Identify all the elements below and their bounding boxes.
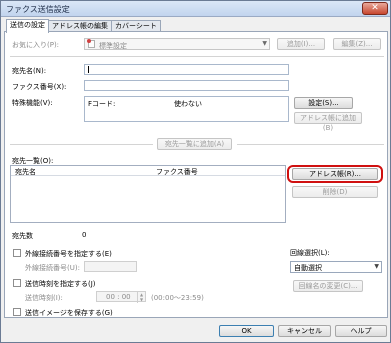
send-time-range-hint: (00:00〜23:59) xyxy=(151,294,204,302)
favorites-value: 標準設定 xyxy=(99,42,127,50)
recipient-count-value: 0 xyxy=(82,231,87,239)
recipient-name-label: 宛先名(N): xyxy=(12,67,47,75)
send-time-label: 送信時刻(I): xyxy=(25,294,63,302)
favorites-select[interactable]: 標準設定 ▼ xyxy=(84,38,270,50)
help-button[interactable]: ヘルプ xyxy=(335,325,387,337)
delete-button[interactable]: 削除(D) xyxy=(292,186,378,198)
save-image-checkbox-label: 送信イメージを保存する(G) xyxy=(25,309,113,317)
fax-number-label: ファクス番号(X): xyxy=(12,83,67,91)
title-bar: ファクス送信設定 ✕ xyxy=(1,1,390,17)
fax-settings-window: ファクス送信設定 ✕ 送信の設定 アドレス帳の編集 カバーシート お気に入り(P… xyxy=(0,0,391,343)
settings-button[interactable]: 設定(S)... xyxy=(294,97,353,109)
column-recipient-name[interactable]: 宛先名 xyxy=(15,167,36,177)
special-function-label: 特殊機能(V): xyxy=(12,99,53,107)
close-icon: ✕ xyxy=(371,3,379,13)
ok-button[interactable]: OK xyxy=(219,325,274,337)
chevron-down-icon: ▼ xyxy=(374,263,379,270)
line-select-value: 自動選択 xyxy=(294,264,322,272)
recipient-list[interactable]: 宛先名 ファクス番号 xyxy=(10,165,286,223)
tab-send-settings[interactable]: 送信の設定 xyxy=(6,19,49,33)
favorites-label: お気に入り(P): xyxy=(12,41,60,49)
special-function-box: Fコード: 使わない xyxy=(84,96,289,122)
window-title: ファクス送信設定 xyxy=(6,5,70,14)
outside-line-checkbox-label: 外線接続番号を指定する(E) xyxy=(25,250,112,258)
column-fax-number[interactable]: ファクス番号 xyxy=(156,167,198,177)
cancel-button[interactable]: キャンセル xyxy=(278,325,331,337)
recipient-count-label: 宛先数 xyxy=(12,232,33,240)
time-spinner[interactable]: ▲ ▼ xyxy=(137,292,145,303)
separator xyxy=(237,144,384,145)
save-image-checkbox[interactable] xyxy=(13,308,21,316)
recipient-list-header: 宛先名 ファクス番号 xyxy=(11,166,285,176)
spin-down-icon: ▼ xyxy=(139,297,144,302)
outside-line-number-label: 外線接続番号(U): xyxy=(25,264,80,272)
fcode-value: 使わない xyxy=(174,100,202,108)
send-time-checkbox-label: 送信時刻を指定する(J) xyxy=(25,280,96,288)
add-to-list-button[interactable]: 宛先一覧に追加(A) xyxy=(157,138,232,150)
add-to-addressbook-button[interactable]: アドレス帳に追加(B) xyxy=(294,112,362,132)
line-name-change-button[interactable]: 回線名の変更(C)... xyxy=(293,280,363,292)
send-time-checkbox[interactable] xyxy=(13,279,21,287)
separator xyxy=(10,56,384,57)
chevron-down-icon: ▼ xyxy=(262,40,267,47)
addressbook-button[interactable]: アドレス帳(R)... xyxy=(292,168,378,180)
send-settings-panel: お気に入り(P): 標準設定 ▼ 追加(I)... 編集(Z)... 宛先名(N… xyxy=(4,31,388,318)
favorites-add-button[interactable]: 追加(I)... xyxy=(277,38,325,50)
outside-line-checkbox[interactable] xyxy=(13,249,21,257)
recipient-name-input[interactable] xyxy=(84,64,289,75)
text-cursor xyxy=(88,66,89,73)
line-select-dropdown[interactable]: 自動選択 ▼ xyxy=(290,261,382,273)
send-time-value: 00 : 00 xyxy=(106,293,131,301)
separator xyxy=(10,144,153,145)
fcode-label: Fコード: xyxy=(88,100,116,108)
close-button[interactable]: ✕ xyxy=(362,2,388,15)
line-select-label: 回線選択(L): xyxy=(290,249,330,257)
fax-number-input[interactable] xyxy=(84,80,289,91)
document-icon xyxy=(87,39,95,48)
outside-line-number-input[interactable] xyxy=(84,261,137,272)
send-time-input[interactable]: 00 : 00 ▲ ▼ xyxy=(96,291,146,303)
favorites-edit-button[interactable]: 編集(Z)... xyxy=(333,38,381,50)
